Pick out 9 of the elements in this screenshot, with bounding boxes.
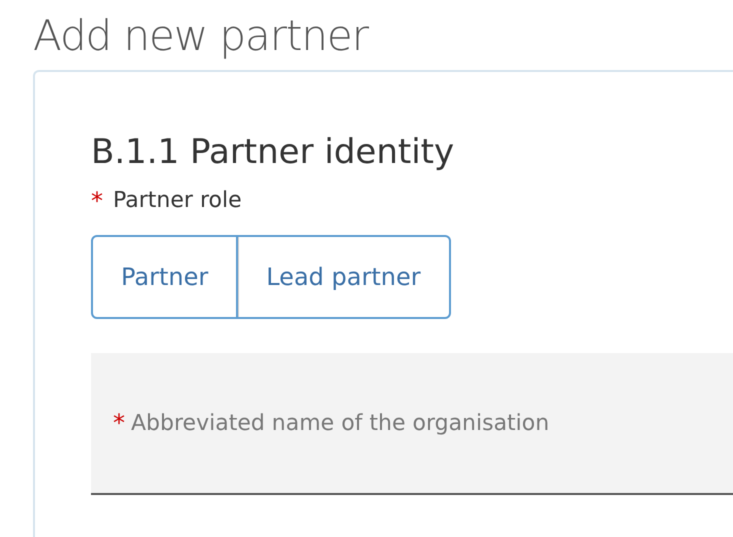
placeholder-text: Abbreviated name of the organisation	[131, 410, 550, 438]
segment-tab[interactable]: Partner	[91, 235, 238, 319]
required-icon: *	[91, 188, 103, 212]
field-label: Partner role	[113, 187, 242, 215]
input-field[interactable]: * Abbreviated name of the organisation	[91, 353, 733, 495]
section-heading: B.1.1 Partner identity	[91, 131, 454, 174]
required-icon: *	[113, 411, 125, 435]
segment-tab[interactable]: Lead partner	[238, 235, 451, 319]
page-title: Add new partner	[33, 10, 368, 62]
